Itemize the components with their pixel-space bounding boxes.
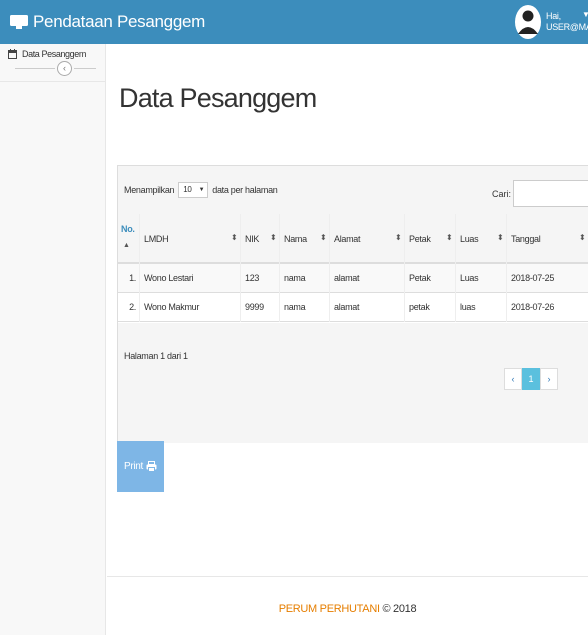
page-length-control: Menampilkan 10 ▼ data per halaman (124, 182, 278, 198)
page-title: Data Pesanggem (119, 83, 317, 113)
pagination: ‹ 1 › (504, 368, 558, 390)
sort-icon: ⬍ (579, 233, 586, 242)
app-brand[interactable]: Pendataan Pesanggem (10, 12, 205, 32)
sort-icon: ⬍ (395, 233, 402, 242)
print-button[interactable]: Print (117, 441, 164, 492)
pagination-info: Halaman 1 dari 1 (124, 351, 188, 361)
table-controls: Menampilkan 10 ▼ data per halaman Cari: (118, 166, 588, 214)
top-navbar: Pendataan Pesanggem Hai, USER@MAIL.C... … (0, 0, 588, 44)
search-control: Cari: (492, 180, 588, 207)
user-email: USER@MAIL.C... (546, 22, 588, 32)
page-size-value: 10 (183, 185, 192, 194)
printer-icon (146, 461, 157, 472)
length-prefix: Menampilkan (124, 185, 175, 195)
length-suffix: data per halaman (212, 185, 278, 195)
sidebar-collapse-button[interactable]: ‹ (57, 61, 72, 76)
column-header-no[interactable]: No. ▲ (118, 214, 140, 264)
app-title: Pendataan Pesanggem (33, 12, 205, 31)
sort-icon: ⬍ (231, 233, 238, 242)
table-footer: Halaman 1 dari 1 ‹ 1 › (118, 323, 588, 443)
chevron-down-icon: ▼ (198, 187, 205, 193)
footer-brand[interactable]: PERUM PERHUTANI (279, 603, 380, 615)
caret-down-icon[interactable]: ▼ (582, 10, 588, 19)
table-header: No. ▲ LMDH ⬍ NIK ⬍ Nama ⬍ Alamat ⬍ Petak… (118, 214, 588, 264)
page-footer: PERUM PERHUTANI © 2018 (107, 576, 588, 635)
next-page-button[interactable]: › (540, 368, 558, 390)
sort-icon: ⬍ (270, 233, 277, 242)
search-label: Cari: (492, 188, 512, 199)
table-row: 2. Wono Makmur 9999 nama alamat petak lu… (118, 293, 588, 322)
user-avatar-icon (515, 5, 541, 39)
print-label: Print (123, 461, 144, 472)
sort-icon: ⬍ (446, 233, 453, 242)
column-header-alamat[interactable]: Alamat ⬍ (330, 214, 405, 264)
sort-asc-icon: ▲ (123, 242, 130, 249)
divider (74, 68, 96, 69)
page-1-button[interactable]: 1 (522, 368, 540, 390)
column-header-tanggal[interactable]: Tanggal ⬍ (507, 214, 588, 264)
user-menu[interactable]: Hai, USER@MAIL.C... ▼ (514, 4, 588, 40)
sort-icon: ⬍ (497, 233, 504, 242)
sort-icon: ⬍ (320, 233, 327, 242)
column-header-nik[interactable]: NIK ⬍ (241, 214, 280, 264)
footer-copyright: © 2018 (379, 603, 417, 615)
monitor-icon (10, 15, 28, 29)
column-header-petak[interactable]: Petak ⬍ (405, 214, 456, 264)
chevron-left-icon: ‹ (63, 63, 66, 73)
table-row: 1. Wono Lestari 123 nama alamat Petak Lu… (118, 264, 588, 293)
divider (15, 68, 55, 69)
sidebar-collapse-row: ‹ (0, 56, 106, 82)
search-input[interactable] (513, 180, 588, 207)
data-table-panel: Menampilkan 10 ▼ data per halaman Cari: … (117, 165, 588, 443)
column-header-luas[interactable]: Luas ⬍ (456, 214, 507, 264)
prev-page-button[interactable]: ‹ (504, 368, 522, 390)
column-header-lmdh[interactable]: LMDH ⬍ (140, 214, 241, 264)
page-size-select[interactable]: 10 ▼ (178, 182, 209, 198)
sidebar: Data Pesanggem ‹ (0, 44, 106, 635)
column-header-nama[interactable]: Nama ⬍ (280, 214, 330, 264)
